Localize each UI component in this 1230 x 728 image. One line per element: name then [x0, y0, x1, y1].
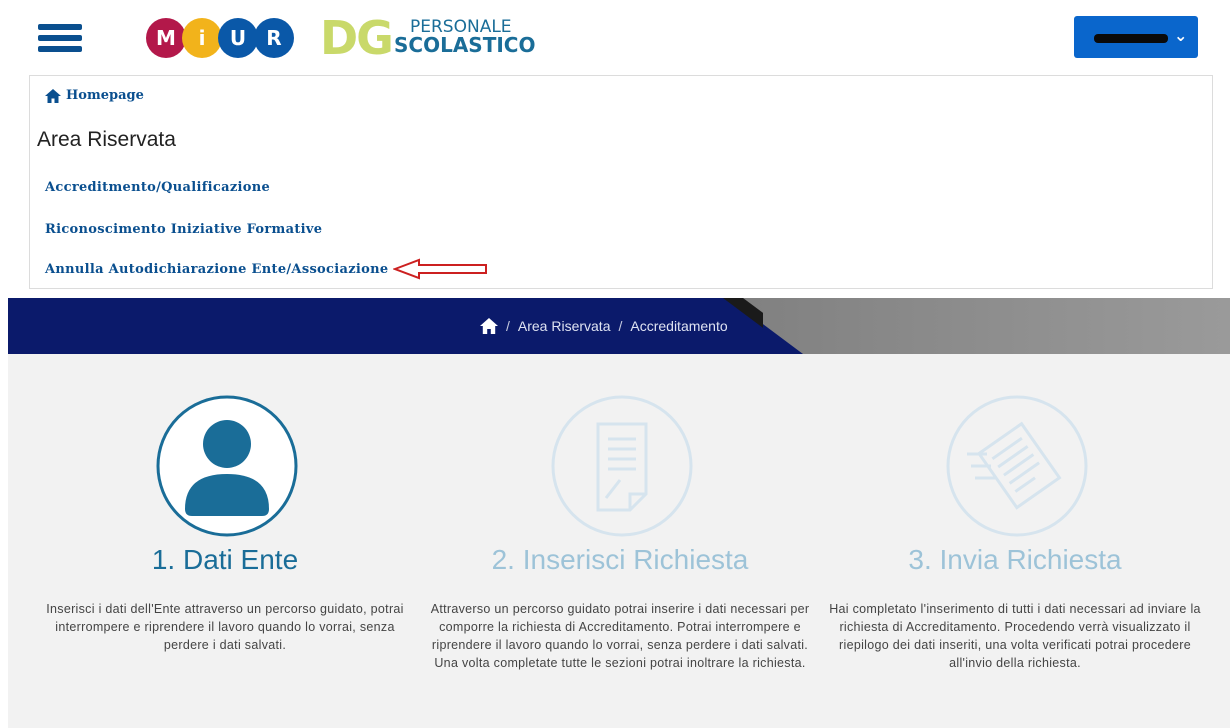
send-document-icon[interactable]	[945, 394, 1089, 538]
step-1-description: Inserisci i dati dell'Ente attraverso un…	[46, 602, 404, 652]
breadcrumb: / Area Riservata / Accreditamento	[480, 318, 728, 334]
document-edit-icon[interactable]	[550, 394, 694, 538]
header-bar: M i U R DG PERSONALE SCOLASTICO ⌄	[8, 8, 1222, 66]
homepage-link-label: Homepage	[66, 88, 144, 103]
breadcrumb-band: / Area Riservata / Accreditamento	[8, 298, 1230, 354]
redacted-username	[1094, 34, 1168, 43]
step-2-description: Attraverso un percorso guidato potrai in…	[430, 602, 810, 670]
user-icon[interactable]	[155, 394, 299, 538]
hamburger-menu-icon[interactable]	[38, 22, 86, 54]
reserved-area-menu-panel: Homepage Area Riservata Accreditmento/Qu…	[29, 75, 1213, 289]
dg-letters: DG	[320, 11, 394, 65]
home-icon	[45, 88, 61, 103]
logo-letter-i: i	[182, 18, 222, 58]
dg-personale-scolastico-logo[interactable]: DG PERSONALE SCOLASTICO	[320, 11, 535, 65]
step-1-title: 1. Dati Ente	[151, 544, 299, 575]
miur-logo[interactable]: M i U R	[146, 18, 296, 58]
breadcrumb-separator: /	[506, 318, 510, 334]
logo-letter-u: U	[218, 18, 258, 58]
step-3-description: Hai completato l'inserimento di tutti i …	[829, 602, 1201, 670]
step-dati-ente[interactable]: 1. Dati Ente Inserisci i dati dell'Ente …	[35, 354, 415, 728]
homepage-link[interactable]: Homepage	[45, 88, 144, 103]
chevron-down-icon: ⌄	[1174, 26, 1188, 45]
area-riservata-title: Area Riservata	[37, 128, 176, 151]
breadcrumb-home-icon[interactable]	[480, 318, 498, 334]
logo-letter-r: R	[254, 18, 294, 58]
dg-logo-line2: SCOLASTICO	[394, 33, 536, 57]
step-2-title: 2. Inserisci Richiesta	[491, 544, 749, 575]
step-invia-richiesta[interactable]: 3. Invia Richiesta Hai completato l'inse…	[825, 354, 1205, 728]
logo-letter-m: M	[146, 18, 186, 58]
steps-section: 1. Dati Ente Inserisci i dati dell'Ente …	[8, 354, 1230, 728]
menu-link-annulla-autodichiarazione[interactable]: Annulla Autodichiarazione Ente/Associazi…	[45, 262, 388, 277]
breadcrumb-area-riservata[interactable]: Area Riservata	[518, 318, 611, 334]
user-menu-button[interactable]: ⌄	[1074, 16, 1198, 58]
step-3-title: 3. Invia Richiesta	[908, 544, 1122, 575]
step-inserisci-richiesta[interactable]: 2. Inserisci Richiesta Attraverso un per…	[430, 354, 810, 728]
breadcrumb-accreditamento: Accreditamento	[630, 318, 728, 334]
menu-link-riconoscimento[interactable]: Riconoscimento Iniziative Formative	[45, 222, 322, 237]
breadcrumb-separator: /	[618, 318, 623, 334]
red-arrow-annotation-icon	[393, 258, 487, 280]
menu-link-accreditamento[interactable]: Accreditmento/Qualificazione	[45, 180, 270, 195]
